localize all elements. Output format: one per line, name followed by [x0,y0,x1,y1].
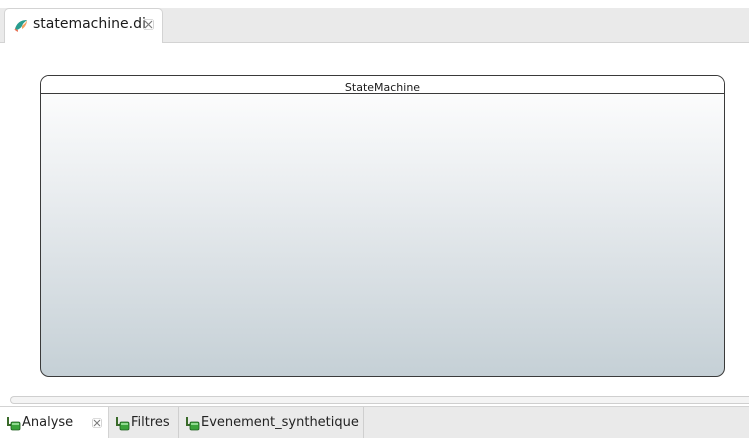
horizontal-scrollbar[interactable] [0,394,749,406]
papyrus-diagram-icon [14,20,27,32]
close-icon[interactable] [92,418,102,428]
tab-analyse[interactable]: Analyse [0,407,109,438]
tab-label: statemachine.di [33,16,146,32]
tab-label: Analyse [22,415,74,430]
diagram-canvas[interactable]: StateMachine [0,43,749,394]
tab-evenement-synthetique[interactable]: Evenement_synthetique [179,407,364,438]
close-icon[interactable] [143,19,154,30]
editor-tab-bar: statemachine.di [0,8,749,43]
view-tab-bar: Analyse Filtres Evenement_synthetique [0,406,749,438]
view-tree-icon [186,417,200,431]
state-machine-node[interactable]: StateMachine [40,75,725,377]
state-machine-header[interactable]: StateMachine [41,76,724,94]
tab-statemachine-di[interactable]: statemachine.di [4,8,163,43]
tab-filtres[interactable]: Filtres [109,407,179,438]
tab-label: Evenement_synthetique [201,415,359,430]
scrollbar-track[interactable] [10,396,749,404]
tab-label: Filtres [131,415,170,430]
state-machine-title: StateMachine [344,81,421,94]
view-tree-icon [7,417,21,431]
view-tree-icon [116,417,130,431]
